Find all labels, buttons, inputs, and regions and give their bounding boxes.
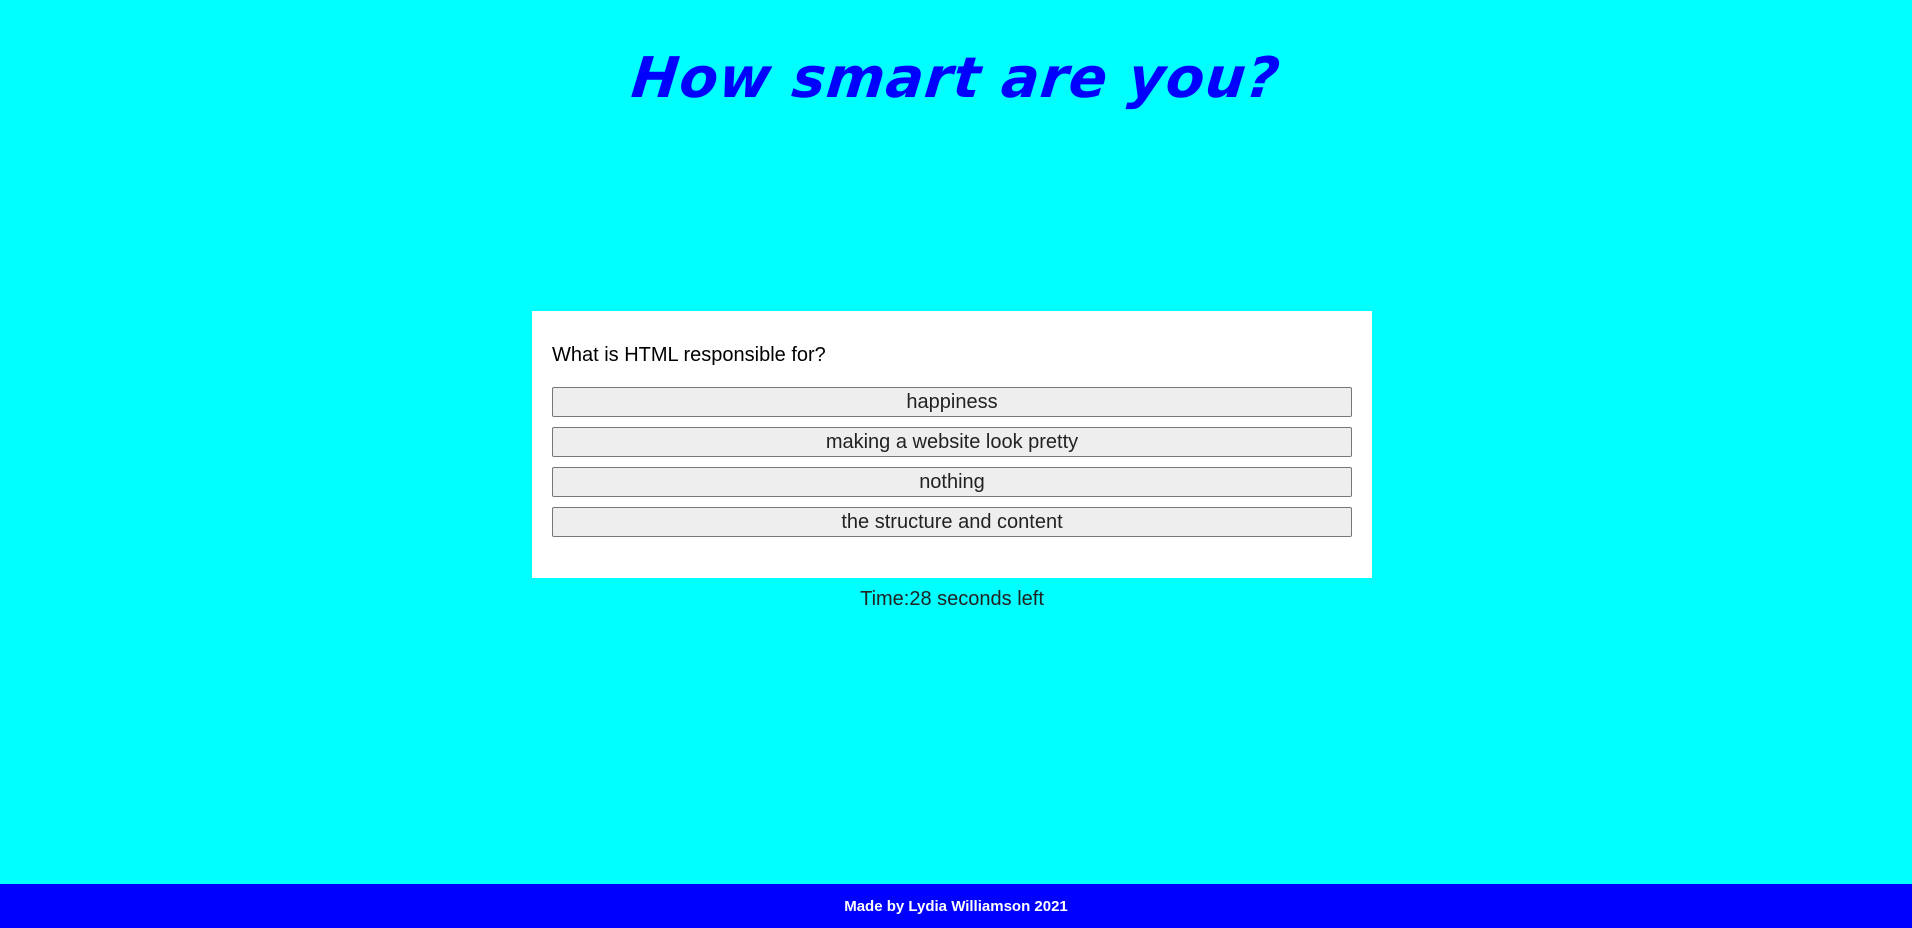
question-text: What is HTML responsible for?	[552, 344, 826, 366]
page-title: How smart are you?	[628, 46, 1284, 111]
answer-button-structure-and-content[interactable]: the structure and content	[552, 507, 1352, 537]
timer-text: Time:28 seconds left	[860, 588, 1044, 610]
footer-credit: Made by Lydia Williamson 2021	[844, 897, 1068, 915]
answer-button-happiness[interactable]: happiness	[552, 387, 1352, 417]
answer-button-website-look-pretty[interactable]: making a website look pretty	[552, 427, 1352, 457]
footer: Made by Lydia Williamson 2021	[0, 884, 1912, 928]
quiz-card: What is HTML responsible for? happiness …	[532, 311, 1372, 578]
answer-button-nothing[interactable]: nothing	[552, 467, 1352, 497]
